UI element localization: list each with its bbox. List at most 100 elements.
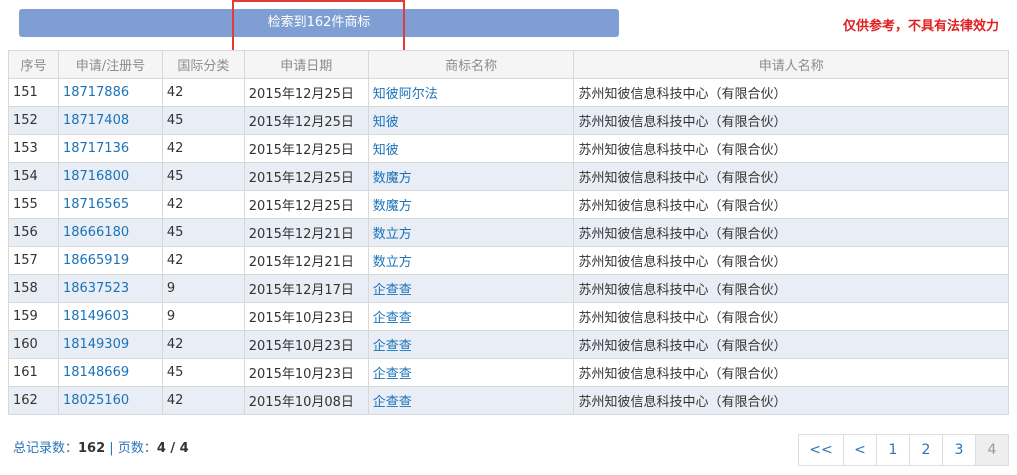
cell-trademark-name[interactable]: 知彼阿尔法: [367, 78, 575, 107]
cell-applicant: 苏州知彼信息科技中心（有限合伙）: [573, 106, 1009, 135]
cell-applicant: 苏州知彼信息科技中心（有限合伙）: [573, 274, 1009, 303]
cell-reg-number[interactable]: 18025160: [57, 386, 163, 415]
cell-trademark-name[interactable]: 企查查: [367, 330, 575, 359]
cell-trademark-name[interactable]: 企查查: [367, 274, 575, 303]
table-row: 162 18025160 42 2015年10月08日 企查查 苏州知彼信息科技中心（有限…: [8, 386, 1009, 415]
trademark-table: 序号 申请/注册号 国际分类 申请日期 商标名称 申请人名称 151 187178…: [8, 50, 1009, 415]
cell-index: 153: [8, 134, 59, 163]
prev-page-button[interactable]: <: [843, 434, 877, 466]
cell-class: 42: [161, 246, 245, 275]
cell-reg-number[interactable]: 18149603: [57, 302, 163, 331]
cell-reg-number[interactable]: 18637523: [57, 274, 163, 303]
cell-class: 45: [161, 106, 245, 135]
highlight-box: [232, 0, 405, 52]
cell-date: 2015年10月23日: [243, 330, 369, 359]
col-header-date: 申请日期: [243, 50, 369, 79]
cell-index: 157: [8, 246, 59, 275]
cell-trademark-name[interactable]: 企查查: [367, 302, 575, 331]
table-row: 154 18716800 45 2015年12月25日 数魔方 苏州知彼信息科技中心（有限…: [8, 162, 1009, 191]
cell-reg-number[interactable]: 18716800: [57, 162, 163, 191]
page-button-3[interactable]: 3: [942, 434, 976, 466]
cell-trademark-name[interactable]: 数魔方: [367, 190, 575, 219]
table-row: 161 18148669 45 2015年10月23日 企查查 苏州知彼信息科技中心（有限…: [8, 358, 1009, 387]
cell-applicant: 苏州知彼信息科技中心（有限合伙）: [573, 246, 1009, 275]
cell-reg-number[interactable]: 18148669: [57, 358, 163, 387]
table-row: 159 18149603 9 2015年10月23日 企查查 苏州知彼信息科技中心（有限合…: [8, 302, 1009, 331]
cell-date: 2015年12月17日: [243, 274, 369, 303]
cell-applicant: 苏州知彼信息科技中心（有限合伙）: [573, 190, 1009, 219]
cell-trademark-name[interactable]: 企查查: [367, 386, 575, 415]
cell-index: 155: [8, 190, 59, 219]
cell-reg-number[interactable]: 18149309: [57, 330, 163, 359]
cell-class: 42: [161, 386, 245, 415]
cell-reg-number[interactable]: 18665919: [57, 246, 163, 275]
pages-value: 4 / 4: [156, 441, 189, 456]
cell-date: 2015年10月23日: [243, 302, 369, 331]
cell-trademark-name[interactable]: 知彼: [367, 134, 575, 163]
cell-index: 161: [8, 358, 59, 387]
page-button-2[interactable]: 2: [909, 434, 943, 466]
cell-date: 2015年10月08日: [243, 386, 369, 415]
cell-trademark-name[interactable]: 数立方: [367, 246, 575, 275]
cell-date: 2015年12月25日: [243, 134, 369, 163]
cell-class: 42: [161, 330, 245, 359]
first-page-button[interactable]: <<: [798, 434, 844, 466]
cell-applicant: 苏州知彼信息科技中心（有限合伙）: [573, 162, 1009, 191]
table-row: 153 18717136 42 2015年12月25日 知彼 苏州知彼信息科技中心（有限合…: [8, 134, 1009, 163]
cell-class: 45: [161, 162, 245, 191]
cell-reg-number[interactable]: 18666180: [57, 218, 163, 247]
col-header-trademark-name: 商标名称: [367, 50, 575, 79]
cell-applicant: 苏州知彼信息科技中心（有限合伙）: [573, 134, 1009, 163]
cell-applicant: 苏州知彼信息科技中心（有限合伙）: [573, 330, 1009, 359]
cell-date: 2015年12月21日: [243, 246, 369, 275]
cell-reg-number[interactable]: 18716565: [57, 190, 163, 219]
cell-class: 42: [161, 190, 245, 219]
cell-index: 158: [8, 274, 59, 303]
pagination: << < 1 2 3 4: [798, 434, 1009, 466]
cell-trademark-name[interactable]: 知彼: [367, 106, 575, 135]
cell-date: 2015年12月25日: [243, 190, 369, 219]
record-summary: 总记录数：162 | 页数：4 / 4: [13, 437, 189, 456]
table-row: 155 18716565 42 2015年12月25日 数魔方 苏州知彼信息科技中心（有限…: [8, 190, 1009, 219]
cell-index: 152: [8, 106, 59, 135]
cell-index: 154: [8, 162, 59, 191]
cell-date: 2015年12月25日: [243, 78, 369, 107]
table-row: 151 18717886 42 2015年12月25日 知彼阿尔法 苏州知彼信息科技中心（…: [8, 78, 1009, 107]
cell-trademark-name[interactable]: 数魔方: [367, 162, 575, 191]
col-header-class: 国际分类: [161, 50, 245, 79]
table-row: 160 18149309 42 2015年10月23日 企查查 苏州知彼信息科技中心（有限…: [8, 330, 1009, 359]
cell-applicant: 苏州知彼信息科技中心（有限合伙）: [573, 302, 1009, 331]
cell-index: 159: [8, 302, 59, 331]
disclaimer-text: 仅供参考，不具有法律效力: [842, 19, 999, 34]
col-header-reg-number: 申请/注册号: [57, 50, 163, 79]
cell-index: 160: [8, 330, 59, 359]
cell-applicant: 苏州知彼信息科技中心（有限合伙）: [573, 218, 1009, 247]
cell-trademark-name[interactable]: 企查查: [367, 358, 575, 387]
cell-date: 2015年12月21日: [243, 218, 369, 247]
cell-applicant: 苏州知彼信息科技中心（有限合伙）: [573, 78, 1009, 107]
cell-index: 162: [8, 386, 59, 415]
cell-reg-number[interactable]: 18717886: [57, 78, 163, 107]
cell-reg-number[interactable]: 18717136: [57, 134, 163, 163]
page-button-1[interactable]: 1: [876, 434, 910, 466]
cell-index: 151: [8, 78, 59, 107]
table-row: 156 18666180 45 2015年12月21日 数立方 苏州知彼信息科技中心（有限…: [8, 218, 1009, 247]
cell-date: 2015年12月25日: [243, 106, 369, 135]
summary-separator: |: [105, 441, 118, 456]
cell-reg-number[interactable]: 18717408: [57, 106, 163, 135]
cell-class: 42: [161, 134, 245, 163]
cell-class: 9: [161, 302, 245, 331]
cell-class: 9: [161, 274, 245, 303]
cell-applicant: 苏州知彼信息科技中心（有限合伙）: [573, 358, 1009, 387]
cell-trademark-name[interactable]: 数立方: [367, 218, 575, 247]
table-row: 152 18717408 45 2015年12月25日 知彼 苏州知彼信息科技中心（有限合…: [8, 106, 1009, 135]
table-row: 158 18637523 9 2015年12月17日 企查查 苏州知彼信息科技中心（有限合…: [8, 274, 1009, 303]
cell-class: 45: [161, 358, 245, 387]
col-header-applicant: 申请人名称: [573, 50, 1009, 79]
cell-index: 156: [8, 218, 59, 247]
cell-date: 2015年12月25日: [243, 162, 369, 191]
pages-label: 页数：: [117, 441, 157, 456]
cell-class: 45: [161, 218, 245, 247]
col-header-index: 序号: [8, 50, 59, 79]
table-header-row: 序号 申请/注册号 国际分类 申请日期 商标名称 申请人名称: [8, 50, 1009, 79]
